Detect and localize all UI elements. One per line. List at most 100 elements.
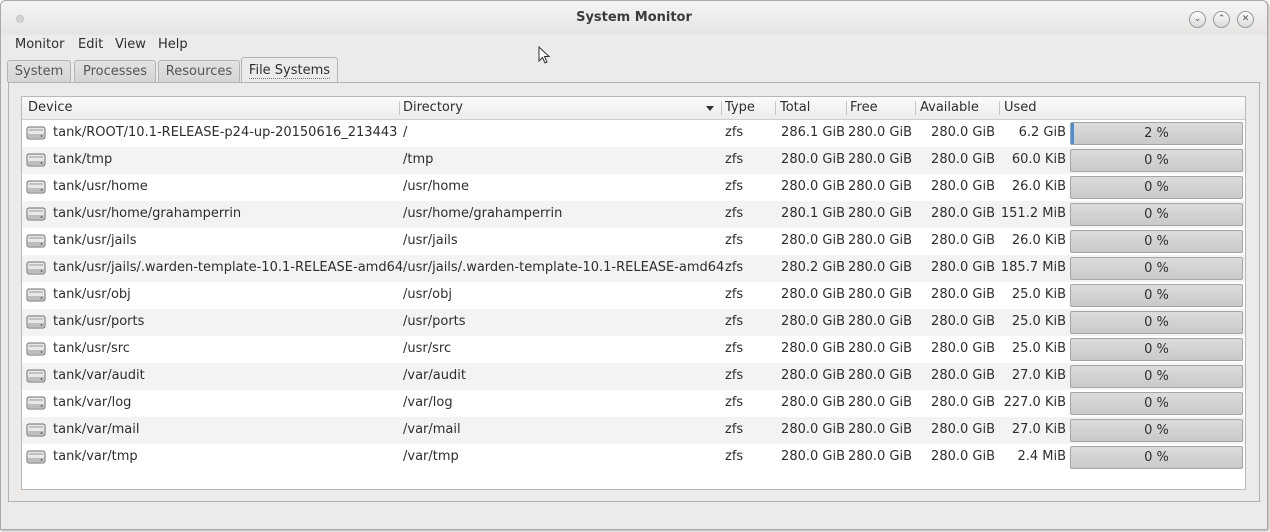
column-separator[interactable] <box>915 101 916 115</box>
column-header-free[interactable]: Free <box>850 100 878 115</box>
cell-directory: /usr/home/grahamperrin <box>403 206 563 221</box>
menu-help[interactable]: Help <box>158 37 188 52</box>
menu-bar: Monitor Edit View Help <box>1 35 1267 57</box>
cell-available: 280.0 GiB <box>931 179 995 194</box>
close-icon[interactable]: ✕ <box>1237 11 1254 28</box>
usage-percent-label: 2 % <box>1144 126 1169 141</box>
table-row[interactable]: tank/ROOT/10.1-RELEASE-p24-up-20150616_2… <box>22 120 1245 147</box>
table-row[interactable]: tank/var/mail/var/mail zfs 280.0 GiB 280.0 … <box>22 417 1245 444</box>
usage-percent-label: 0 % <box>1144 207 1169 222</box>
cell-type: zfs <box>725 206 744 221</box>
column-header-type[interactable]: Type <box>725 100 755 115</box>
cell-available: 280.0 GiB <box>931 368 995 383</box>
menu-monitor[interactable]: Monitor <box>15 37 64 52</box>
cell-total: 280.2 GiB <box>781 260 845 275</box>
cell-free: 280.0 GiB <box>848 368 912 383</box>
cell-free: 280.0 GiB <box>848 314 912 329</box>
cell-type: zfs <box>725 368 744 383</box>
maximize-icon[interactable]: ⌃ <box>1213 11 1230 28</box>
usage-progress-bar: 0 % <box>1070 311 1243 334</box>
menu-view[interactable]: View <box>115 37 146 52</box>
cell-used: 60.0 KiB <box>1011 152 1066 167</box>
usage-percent-label: 0 % <box>1144 288 1169 303</box>
cell-total: 280.0 GiB <box>781 179 845 194</box>
cell-available: 280.0 GiB <box>931 422 995 437</box>
table-row[interactable]: tank/usr/home/usr/home zfs 280.0 GiB 280.0 … <box>22 174 1245 201</box>
minimize-icon[interactable]: ⌄ <box>1189 11 1206 28</box>
column-header-available[interactable]: Available <box>920 100 979 115</box>
cell-type: zfs <box>725 233 744 248</box>
cell-free: 280.0 GiB <box>848 125 912 140</box>
cell-available: 280.0 GiB <box>931 395 995 410</box>
cell-free: 280.0 GiB <box>848 179 912 194</box>
table-row[interactable]: tank/usr/obj/usr/obj zfs 280.0 GiB 280.0 Gi… <box>22 282 1245 309</box>
cell-free: 280.0 GiB <box>848 233 912 248</box>
cell-type: zfs <box>725 314 744 329</box>
status-bar <box>1 505 1267 529</box>
cell-used: 27.0 KiB <box>1011 422 1066 437</box>
cell-directory: /tmp <box>403 152 434 167</box>
column-separator[interactable] <box>775 101 776 115</box>
menu-edit[interactable]: Edit <box>78 37 103 52</box>
tab-system[interactable]: System <box>7 60 71 82</box>
table-header: Device Directory Type Total Free Availab… <box>22 97 1245 120</box>
usage-percent-label: 0 % <box>1144 261 1169 276</box>
cell-directory: /var/tmp <box>403 449 459 464</box>
cell-free: 280.0 GiB <box>848 422 912 437</box>
cell-device: tank/usr/jails/.warden-template-10.1-REL… <box>53 260 404 275</box>
file-systems-table[interactable]: Device Directory Type Total Free Availab… <box>21 96 1246 490</box>
usage-progress-bar: 0 % <box>1070 257 1243 280</box>
table-row[interactable]: tank/usr/home/grahamperrin/usr/home/grah… <box>22 201 1245 228</box>
cell-device: tank/usr/jails <box>53 233 137 248</box>
column-separator[interactable] <box>999 101 1000 115</box>
column-header-used[interactable]: Used <box>1004 100 1037 115</box>
table-row[interactable]: tank/usr/jails/usr/jails zfs 280.0 GiB 280.… <box>22 228 1245 255</box>
tab-file-systems[interactable]: File Systems <box>241 57 338 84</box>
cell-used: 27.0 KiB <box>1011 368 1066 383</box>
column-header-total[interactable]: Total <box>780 100 810 115</box>
cell-device: tank/var/audit <box>53 368 145 383</box>
cell-type: zfs <box>725 152 744 167</box>
cell-free: 280.0 GiB <box>848 206 912 221</box>
cell-type: zfs <box>725 287 744 302</box>
cell-device: tank/var/tmp <box>53 449 138 464</box>
table-row[interactable]: tank/var/tmp/var/tmp zfs 280.0 GiB 280.0 Gi… <box>22 444 1245 471</box>
usage-progress-bar: 0 % <box>1070 203 1243 226</box>
usage-progress-bar: 0 % <box>1070 392 1243 415</box>
title-bar[interactable]: System Monitor ⌄ ⌃ ✕ <box>1 1 1267 35</box>
cell-available: 280.0 GiB <box>931 287 995 302</box>
tab-processes[interactable]: Processes <box>74 60 156 82</box>
table-row[interactable]: tank/usr/ports/usr/ports zfs 280.0 GiB 280.… <box>22 309 1245 336</box>
cell-free: 280.0 GiB <box>848 395 912 410</box>
usage-percent-label: 0 % <box>1144 180 1169 195</box>
cell-used: 25.0 KiB <box>1011 287 1066 302</box>
cell-directory: /usr/src <box>403 341 452 356</box>
usage-progress-bar: 0 % <box>1070 365 1243 388</box>
cell-total: 280.0 GiB <box>781 422 845 437</box>
window-title: System Monitor <box>576 10 692 25</box>
table-row[interactable]: tank/var/audit/var/audit zfs 280.0 GiB 280.… <box>22 363 1245 390</box>
column-separator[interactable] <box>399 101 400 115</box>
table-row[interactable]: tank/usr/jails/.warden-template-10.1-REL… <box>22 255 1245 282</box>
cell-available: 280.0 GiB <box>931 341 995 356</box>
cell-type: zfs <box>725 422 744 437</box>
cell-type: zfs <box>725 395 744 410</box>
usage-progress-bar: 2 % <box>1070 122 1243 145</box>
usage-percent-label: 0 % <box>1144 234 1169 249</box>
column-header-directory[interactable]: Directory <box>403 100 463 115</box>
table-row[interactable]: tank/tmp/tmp zfs 280.0 GiB 280.0 GiB 280.0 G… <box>22 147 1245 174</box>
harddisk-icon <box>26 207 46 221</box>
cell-total: 280.0 GiB <box>781 314 845 329</box>
harddisk-icon <box>26 126 46 140</box>
cell-device: tank/usr/obj <box>53 287 131 302</box>
usage-progress-bar: 0 % <box>1070 230 1243 253</box>
cell-type: zfs <box>725 125 744 140</box>
table-row[interactable]: tank/usr/src/usr/src zfs 280.0 GiB 280.0 Gi… <box>22 336 1245 363</box>
column-separator[interactable] <box>846 101 847 115</box>
column-header-device[interactable]: Device <box>28 100 72 115</box>
tab-resources[interactable]: Resources <box>158 60 240 82</box>
cell-available: 280.0 GiB <box>931 314 995 329</box>
column-separator[interactable] <box>721 101 722 115</box>
cell-available: 280.0 GiB <box>931 206 995 221</box>
table-row[interactable]: tank/var/log/var/log zfs 280.0 GiB 280.0 Gi… <box>22 390 1245 417</box>
